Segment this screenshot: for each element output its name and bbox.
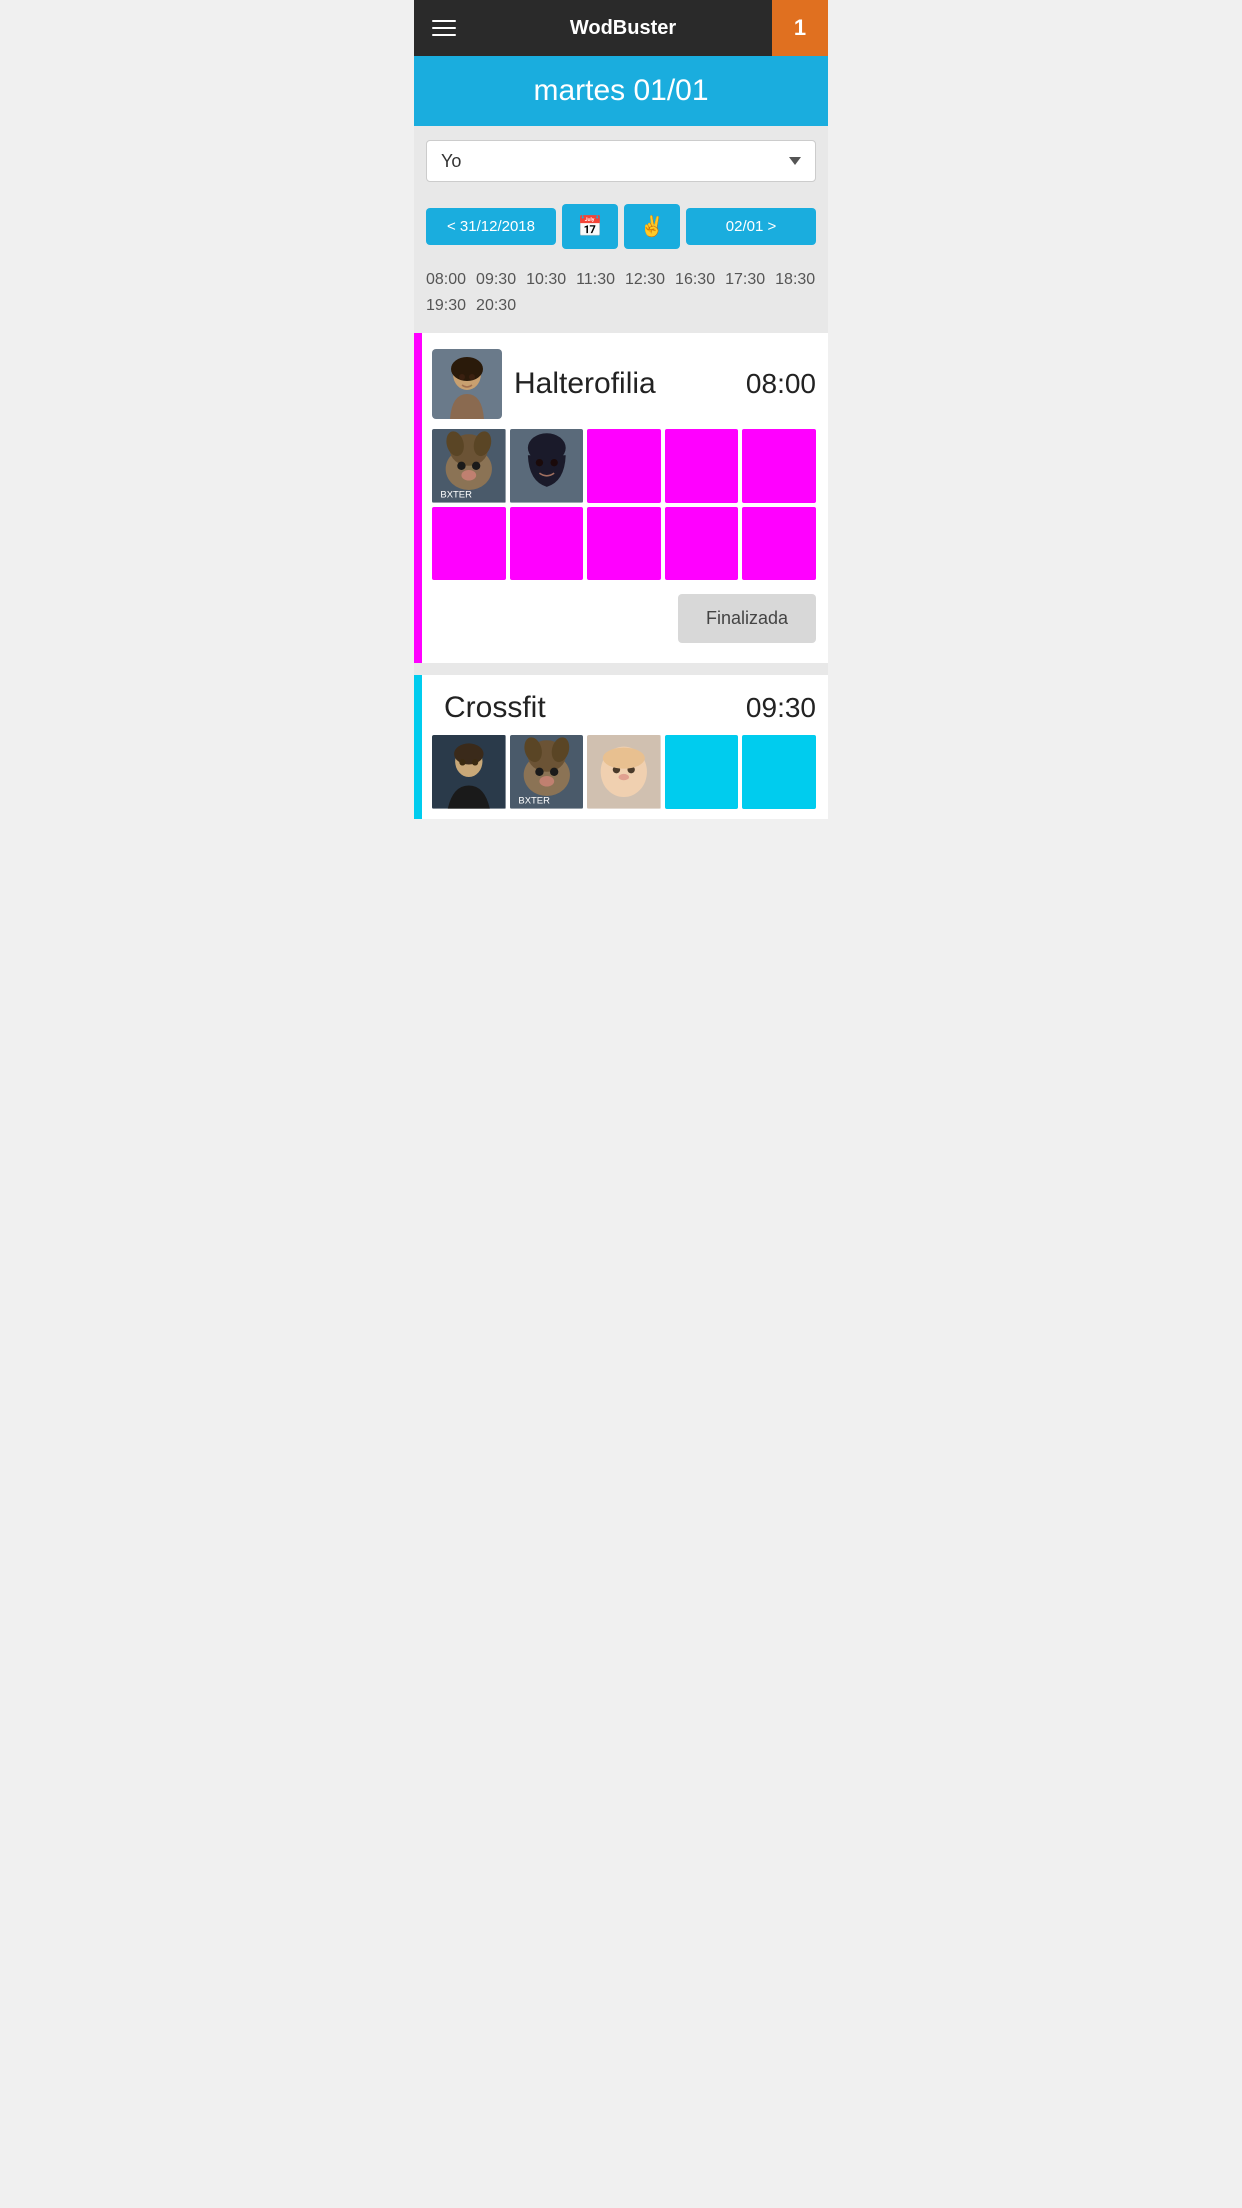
participant-cell[interactable]: BXTER: [432, 429, 506, 503]
classes-list: Halterofilia 08:00 BXTER: [414, 333, 828, 819]
class-time: 09:30: [746, 692, 816, 724]
time-slot[interactable]: 12:30: [625, 269, 665, 291]
participant-cell[interactable]: [665, 429, 739, 503]
time-slot[interactable]: 10:30: [526, 269, 566, 291]
user-filter-select[interactable]: Yo Todos: [426, 140, 816, 182]
class-header: Crossfit 09:30: [414, 675, 828, 735]
participant-cell[interactable]: [432, 735, 506, 809]
menu-button[interactable]: [414, 0, 474, 56]
class-time: 08:00: [746, 368, 816, 400]
finalizada-row: Finalizada: [414, 580, 828, 643]
class-name: Crossfit: [444, 691, 746, 725]
participant-cell[interactable]: [432, 507, 506, 581]
time-slot[interactable]: 09:30: [476, 269, 516, 291]
class-border: [414, 333, 422, 663]
hamburger-icon: [432, 34, 456, 36]
prev-date-button[interactable]: < 31/12/2018: [426, 208, 556, 245]
participant-cell[interactable]: [665, 735, 739, 809]
svg-text:BXTER: BXTER: [518, 796, 550, 807]
app-header: WodBuster 1: [414, 0, 828, 56]
section-separator: [414, 663, 828, 675]
participant-cell[interactable]: [665, 507, 739, 581]
participant-cell[interactable]: [587, 507, 661, 581]
next-date-button[interactable]: 02/01 >: [686, 208, 816, 245]
participant-cell[interactable]: [742, 507, 816, 581]
class-border: [414, 675, 422, 819]
participants-grid: BXTER: [414, 429, 828, 580]
time-slot[interactable]: 08:00: [426, 269, 466, 291]
participant-cell[interactable]: BXTER: [510, 735, 584, 809]
time-slot[interactable]: 19:30: [426, 295, 466, 317]
instructor-avatar: [432, 349, 502, 419]
date-bar: martes 01/01: [414, 56, 828, 126]
app-title: WodBuster: [474, 17, 772, 40]
class-card-halterofilia: Halterofilia 08:00 BXTER: [414, 333, 828, 663]
current-date: martes 01/01: [424, 74, 818, 108]
time-slot[interactable]: 20:30: [476, 295, 516, 317]
calendar-button[interactable]: 📅: [562, 204, 618, 249]
svg-text:BXTER: BXTER: [440, 489, 472, 500]
time-slots-section: 08:00 09:30 10:30 11:30 12:30 16:30 17:3…: [414, 261, 828, 333]
class-name: Halterofilia: [514, 367, 746, 401]
time-slot[interactable]: 11:30: [576, 269, 615, 291]
time-slot[interactable]: 18:30: [775, 269, 815, 291]
time-slot[interactable]: 16:30: [675, 269, 715, 291]
participants-grid: BXTER: [414, 735, 828, 809]
participant-cell[interactable]: [510, 429, 584, 503]
instructor-photo: [432, 349, 502, 419]
peace-button[interactable]: ✌️: [624, 204, 680, 249]
calendar-icon: 📅: [578, 216, 603, 238]
nav-buttons-row: < 31/12/2018 📅 ✌️ 02/01 >: [414, 196, 828, 261]
time-slot[interactable]: 17:30: [725, 269, 765, 291]
time-slots-list: 08:00 09:30 10:30 11:30 12:30 16:30 17:3…: [426, 269, 816, 317]
hamburger-icon: [432, 20, 456, 22]
notification-badge[interactable]: 1: [772, 0, 828, 56]
participant-cell[interactable]: [742, 735, 816, 809]
class-header: Halterofilia 08:00: [414, 333, 828, 429]
participant-cell[interactable]: [510, 507, 584, 581]
peace-icon: ✌️: [640, 216, 665, 238]
participant-cell[interactable]: [587, 735, 661, 809]
participant-cell[interactable]: [742, 429, 816, 503]
class-card-crossfit: Crossfit 09:30: [414, 675, 828, 819]
hamburger-icon: [432, 27, 456, 29]
finalizada-button[interactable]: Finalizada: [678, 594, 816, 643]
filter-row: Yo Todos: [414, 126, 828, 196]
participant-cell[interactable]: [587, 429, 661, 503]
